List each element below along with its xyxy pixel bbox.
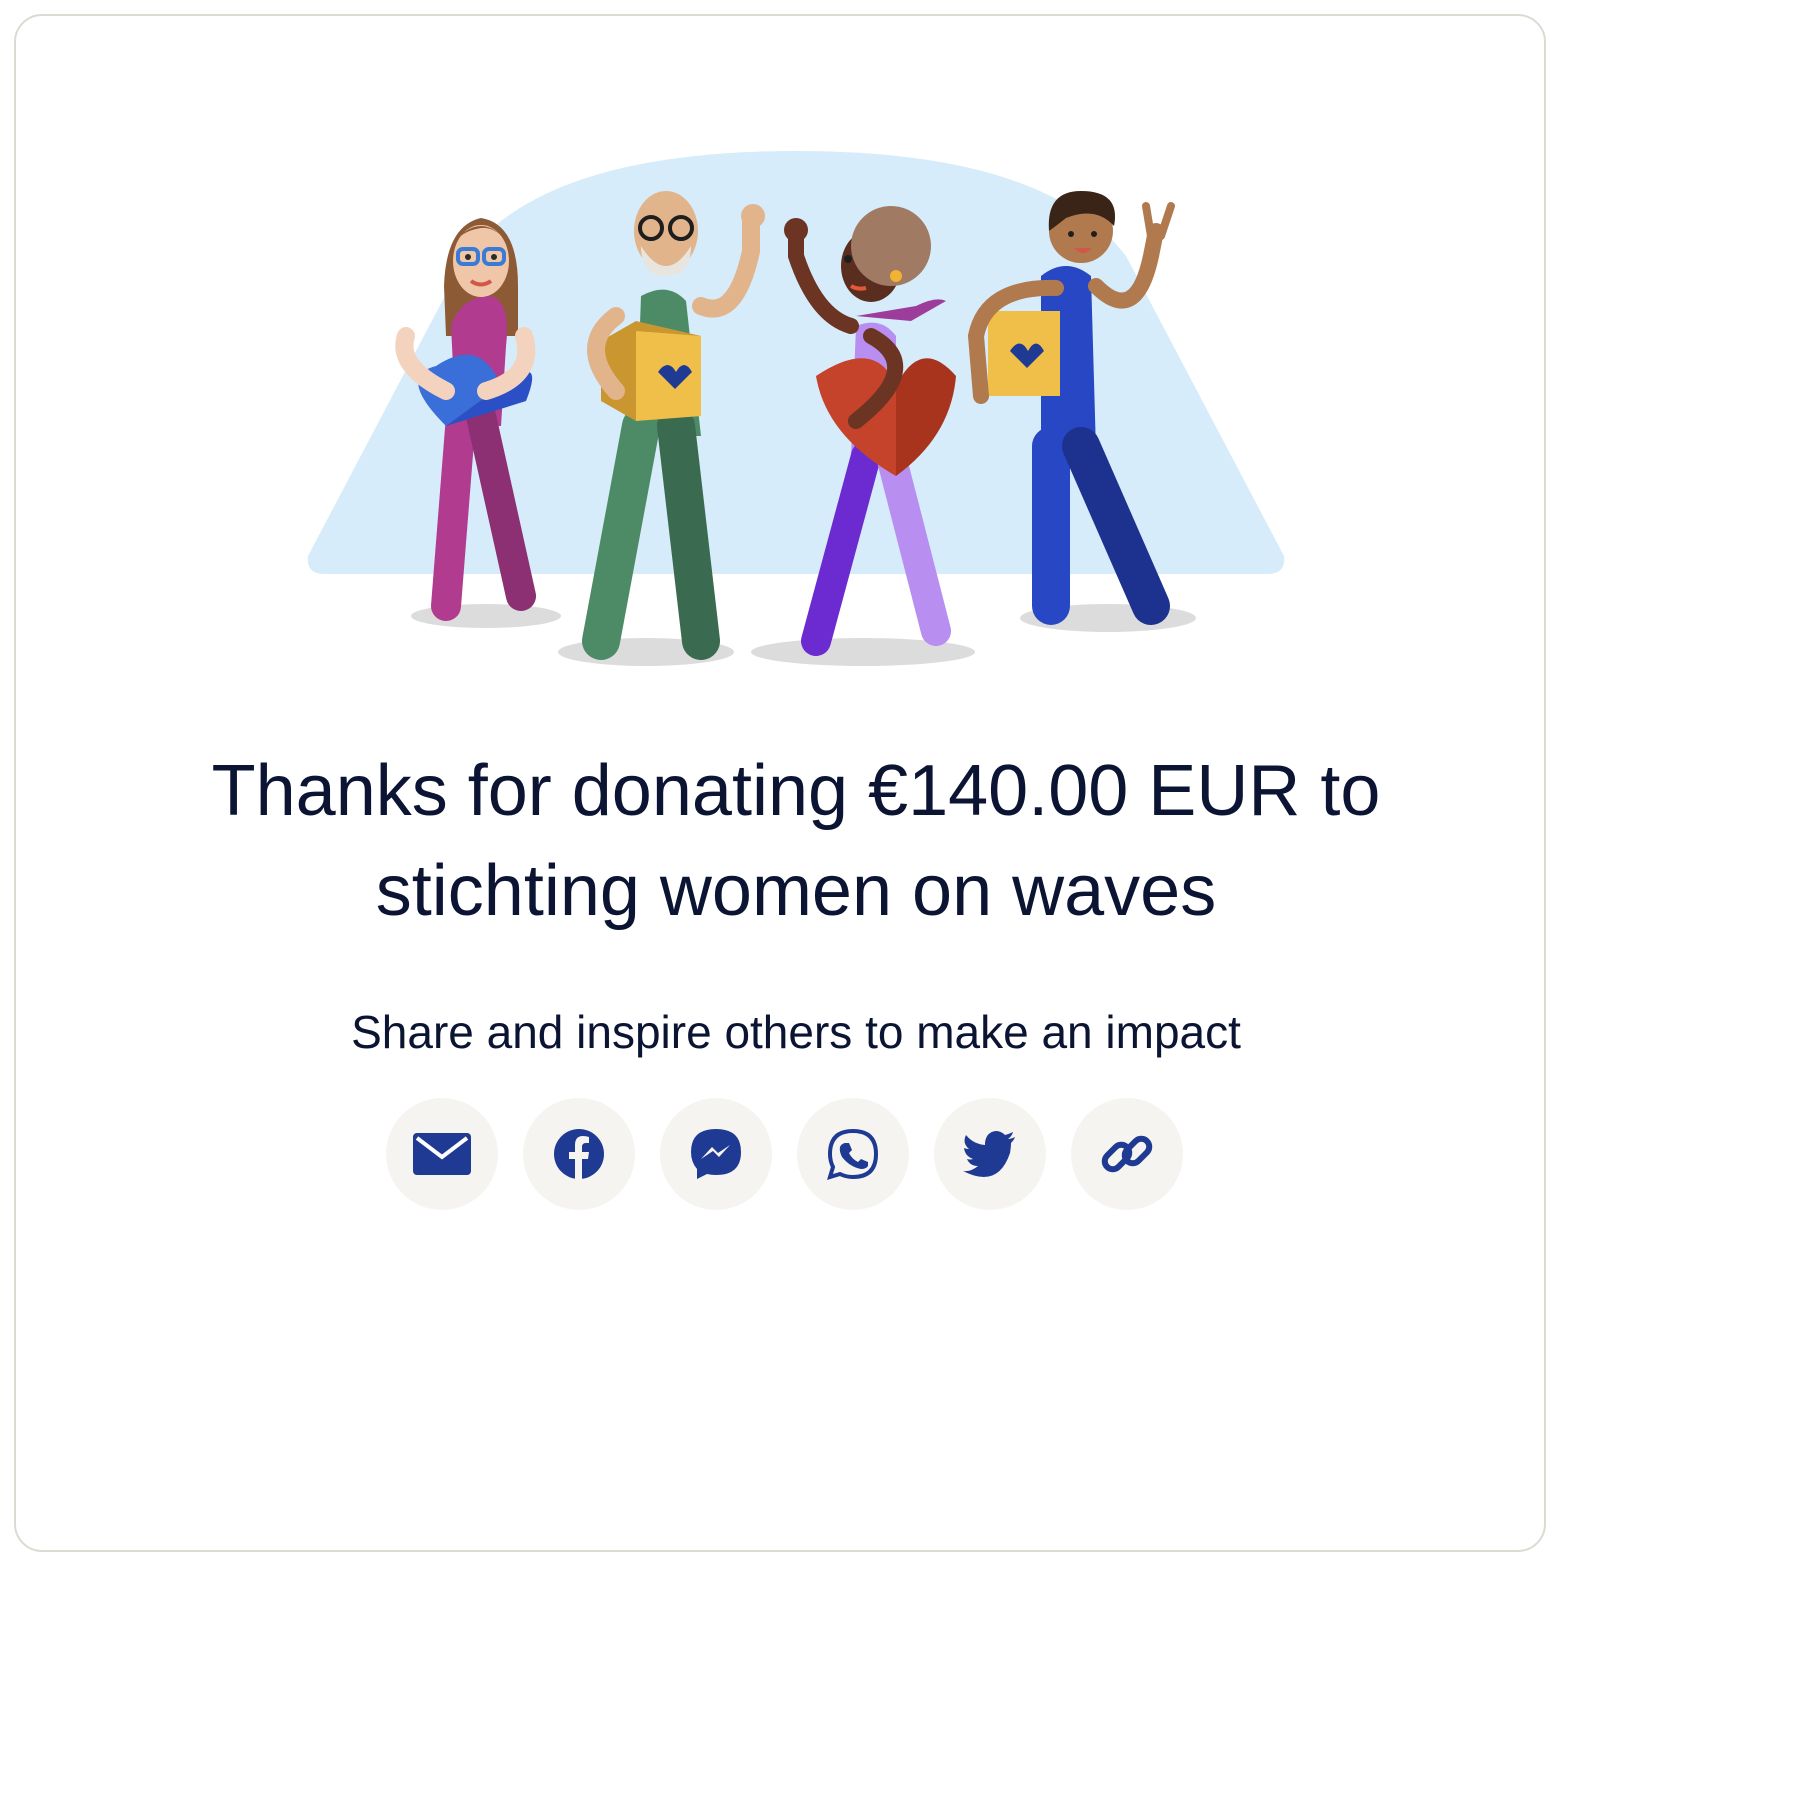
share-buttons [386,1098,1183,1210]
share-facebook-button[interactable] [523,1098,635,1210]
donation-thank-you-heading: Thanks for donating €140.00 EUR to stich… [76,741,1516,941]
share-twitter-button[interactable] [934,1098,1046,1210]
messenger-icon [691,1129,741,1179]
copy-link-button[interactable] [1071,1098,1183,1210]
share-email-button[interactable] [386,1098,498,1210]
share-prompt: Share and inspire others to make an impa… [351,1006,1241,1058]
share-whatsapp-button[interactable] [797,1098,909,1210]
heading-line-2: stichting women on waves [375,851,1217,931]
share-messenger-button[interactable] [660,1098,772,1210]
donation-confirmation-card: Thanks for donating €140.00 EUR to stich… [14,14,1546,1552]
facebook-icon [554,1129,604,1180]
donors-illustration [307,151,1285,666]
whatsapp-icon [827,1128,879,1180]
link-icon [1101,1135,1153,1173]
heading-line-1: Thanks for donating €140.00 EUR to [211,751,1381,831]
email-icon [413,1133,471,1175]
twitter-icon [963,1131,1015,1177]
